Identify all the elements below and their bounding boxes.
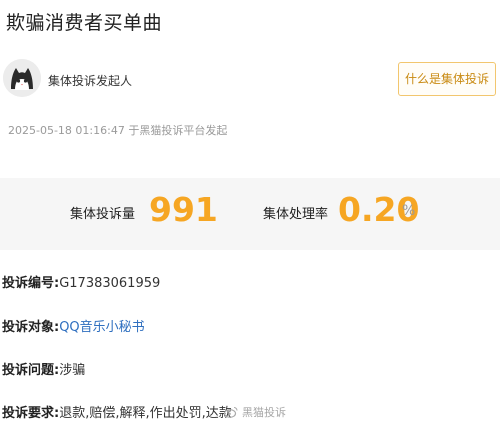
- complaint-demand-label: 投诉要求:: [2, 406, 60, 421]
- stats-panel: 集体投诉量 991 集体处理率 0.20 %: [0, 178, 500, 250]
- complaint-count-label: 集体投诉量: [70, 207, 136, 222]
- complaint-count-value: 991: [149, 190, 218, 229]
- cat-avatar-icon: [3, 59, 41, 97]
- complaint-issue-label: 投诉问题:: [2, 363, 60, 378]
- complaint-demand-row: 投诉要求:退款,赔偿,解释,作出处罚,达款: [2, 405, 232, 423]
- complaint-number-value: G17383061959: [59, 276, 161, 291]
- complaint-target-row: 投诉对象:QQ音乐小秘书: [2, 319, 145, 337]
- watermark: 黑猫投诉: [223, 404, 286, 420]
- watermark-text: 黑猫投诉: [242, 406, 286, 419]
- complaint-page: 欺骗消费者买单曲 集体投诉发起人 什么是集体投诉 2025-05-18 01:1…: [0, 0, 500, 440]
- weibo-logo-icon: [223, 406, 238, 418]
- complaint-issue-value: 涉骗: [59, 363, 86, 378]
- complaint-target-label: 投诉对象:: [2, 320, 60, 335]
- complaint-target-link[interactable]: QQ音乐小秘书: [59, 320, 144, 335]
- handle-rate-unit: %: [402, 203, 416, 219]
- initiated-time-text: 2025-05-18 01:16:47 于黑猫投诉平台发起: [8, 124, 228, 137]
- complaint-issue-row: 投诉问题:涉骗: [2, 362, 85, 380]
- handle-rate-label: 集体处理率: [263, 207, 329, 222]
- page-title: 欺骗消费者买单曲: [6, 12, 163, 34]
- complaint-number-label: 投诉编号:: [2, 276, 60, 291]
- what-is-collective-complaint-button[interactable]: 什么是集体投诉: [398, 62, 496, 96]
- complaint-number-row: 投诉编号:G17383061959: [2, 275, 160, 293]
- initiator-label: 集体投诉发起人: [48, 74, 133, 88]
- complaint-demand-value: 退款,赔偿,解释,作出处罚,达款: [59, 406, 232, 421]
